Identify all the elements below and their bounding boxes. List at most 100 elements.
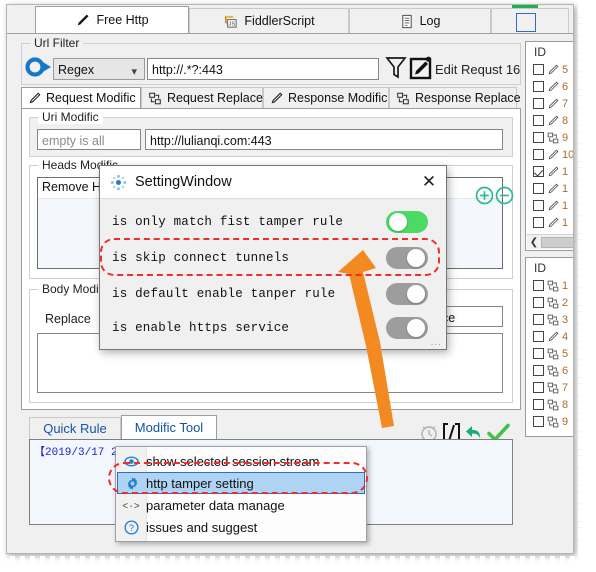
tab-fiddlerscript[interactable]: JS FiddlerScript xyxy=(189,8,349,33)
scrollbar-thumb[interactable] xyxy=(541,236,573,248)
row-checkbox[interactable] xyxy=(533,331,544,342)
menu-item-issues-and-suggest[interactable]: ? issues and suggest xyxy=(116,516,366,538)
tab-free-http[interactable]: Free Http xyxy=(35,6,189,33)
pencil-icon xyxy=(547,166,559,178)
toggle-default-enable-tamper[interactable] xyxy=(386,283,428,305)
replace-icon xyxy=(547,280,559,292)
replace-icon xyxy=(396,92,410,105)
toggle-only-match-first[interactable] xyxy=(386,211,428,233)
minus-circle-icon[interactable] xyxy=(495,186,514,205)
toggle-knob xyxy=(407,319,425,337)
subtab-label: Response Modific xyxy=(288,91,388,105)
plus-circle-icon[interactable] xyxy=(475,186,494,205)
table-row[interactable]: 4 xyxy=(526,328,573,345)
chevron-left-icon[interactable]: ❮ xyxy=(527,237,541,248)
close-icon[interactable]: ✕ xyxy=(416,170,442,194)
replace-icon xyxy=(547,365,559,377)
row-checkbox[interactable] xyxy=(533,149,544,160)
table-row[interactable]: 8 xyxy=(526,112,573,129)
row-checkbox[interactable] xyxy=(533,280,544,291)
row-checkbox[interactable] xyxy=(533,183,544,194)
uri-match-input[interactable]: empty is all xyxy=(37,129,141,150)
table-row[interactable]: 1 xyxy=(526,277,573,294)
table-row[interactable]: 1 xyxy=(526,214,573,231)
horizontal-scrollbar[interactable]: ❮ xyxy=(527,234,573,249)
setting-row-skip-connect-tunnels[interactable]: is skip connect tunnels xyxy=(100,240,446,275)
tab-extra[interactable] xyxy=(491,5,569,33)
row-checkbox[interactable] xyxy=(533,365,544,376)
table-row[interactable]: 9 xyxy=(526,129,573,146)
menu-item-http-tamper-setting[interactable]: http tamper setting xyxy=(117,472,365,494)
subtab-response-replace[interactable]: Response Replace xyxy=(389,87,521,108)
replace-icon xyxy=(547,314,559,326)
uri-target-value: http://lulianqi.com:443 xyxy=(150,134,272,148)
toggle-skip-connect-tunnels[interactable] xyxy=(386,247,428,269)
toggle-enable-https[interactable] xyxy=(386,317,428,339)
table-row[interactable]: 1 xyxy=(526,180,573,197)
row-checkbox[interactable] xyxy=(533,314,544,325)
tab-modific-tool[interactable]: Modific Tool xyxy=(121,415,217,439)
table-row[interactable]: 9 xyxy=(526,413,573,430)
menu-item-show-session-stream[interactable]: show selected session stream xyxy=(116,450,366,472)
row-checkbox[interactable] xyxy=(533,132,544,143)
tab-quick-rule[interactable]: Quick Rule xyxy=(29,417,121,439)
row-checkbox[interactable] xyxy=(533,382,544,393)
subtab-request-replace[interactable]: Request Replace xyxy=(141,87,263,108)
table-row[interactable]: 1 xyxy=(526,197,573,214)
resize-grip[interactable]: ... xyxy=(431,337,442,348)
table-row[interactable]: 10 xyxy=(526,146,573,163)
menu-item-parameter-data-manage[interactable]: <·> parameter data manage xyxy=(116,494,366,516)
row-checkbox[interactable] xyxy=(533,81,544,92)
table-row[interactable]: 5 xyxy=(526,345,573,362)
row-checkbox[interactable] xyxy=(533,348,544,359)
tab-label: Quick Rule xyxy=(43,421,107,436)
setting-row-enable-https[interactable]: is enable https service xyxy=(100,310,446,345)
settings-spark-icon xyxy=(110,174,127,191)
tab-log[interactable]: Log xyxy=(349,8,491,33)
table-row[interactable]: 5 xyxy=(526,61,573,78)
row-id: 8 xyxy=(562,114,569,127)
table-row[interactable]: 7 xyxy=(526,379,573,396)
replace-icon xyxy=(547,297,559,309)
row-checkbox[interactable] xyxy=(533,115,544,126)
switch-on-icon[interactable] xyxy=(25,57,53,77)
toggle-knob xyxy=(389,213,407,231)
table-row[interactable]: 1 xyxy=(526,163,573,180)
list-header-id: ID xyxy=(534,261,546,275)
dialog-titlebar[interactable]: SettingWindow ✕ xyxy=(100,166,446,199)
uri-target-input[interactable]: http://lulianqi.com:443 xyxy=(145,129,503,150)
setting-row-default-enable-tamper[interactable]: is default enable tanper rule xyxy=(100,276,446,311)
row-checkbox[interactable] xyxy=(533,297,544,308)
filter-mode-combo[interactable]: Regex ▾ xyxy=(53,58,145,80)
table-row[interactable]: 8 xyxy=(526,396,573,413)
row-id: 2 xyxy=(562,296,569,309)
row-checkbox[interactable] xyxy=(533,217,544,228)
replace-list-panel[interactable]: ID 1 2 3 4 5 6 7 8 9 xyxy=(525,257,573,437)
row-id: 5 xyxy=(562,347,569,360)
table-row[interactable]: 7 xyxy=(526,95,573,112)
url-pattern-input[interactable]: http://.*?:443 xyxy=(147,58,379,80)
row-checkbox[interactable] xyxy=(533,64,544,75)
row-id: 1 xyxy=(562,199,569,212)
funnel-icon[interactable] xyxy=(385,55,407,81)
edit-pencil-square-icon[interactable] xyxy=(409,55,433,81)
row-id: 9 xyxy=(562,131,569,144)
table-row[interactable]: 2 xyxy=(526,294,573,311)
setting-row-only-match-first[interactable]: is only match fist tamper rule xyxy=(100,204,446,239)
table-row[interactable]: 6 xyxy=(526,78,573,95)
row-checkbox[interactable] xyxy=(533,416,544,427)
chevron-down-icon: ▾ xyxy=(131,66,137,78)
row-id: 3 xyxy=(562,313,569,326)
row-checkbox[interactable] xyxy=(533,399,544,410)
table-row[interactable]: 6 xyxy=(526,362,573,379)
row-checkbox[interactable] xyxy=(533,98,544,109)
subtab-request-modific[interactable]: Request Modific xyxy=(21,87,141,108)
replace-icon xyxy=(547,382,559,394)
table-row[interactable]: 3 xyxy=(526,311,573,328)
request-list-panel[interactable]: ID 5 6 7 8 9 10 1 1 1 1 ❮ xyxy=(525,41,573,251)
tab-label: Log xyxy=(419,14,441,28)
row-checkbox[interactable] xyxy=(533,200,544,211)
subtab-response-modific[interactable]: Response Modific xyxy=(263,87,389,108)
edit-request-label: Edit Requst 16 xyxy=(435,62,521,77)
row-checkbox[interactable] xyxy=(533,166,544,177)
